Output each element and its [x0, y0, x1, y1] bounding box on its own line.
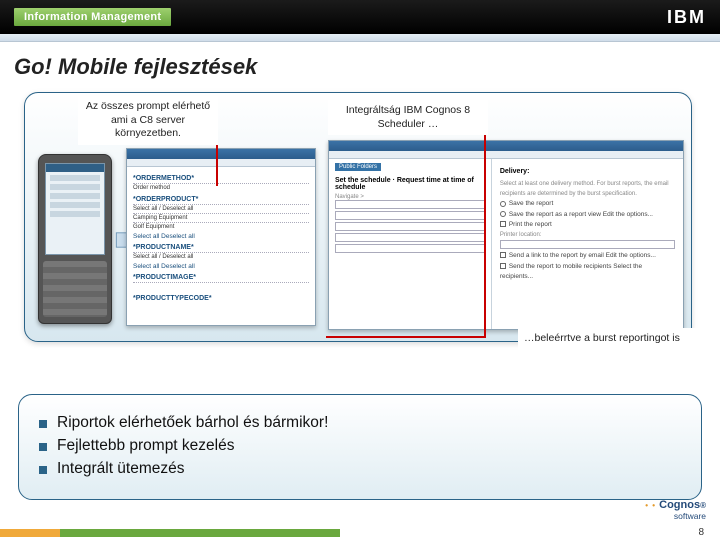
ibm-logo: IBM	[667, 7, 706, 28]
opt-label: Printer location:	[500, 231, 675, 241]
delivery-desc: Select at least one delivery method. For…	[500, 180, 675, 199]
top-bar: Information Management IBM	[0, 0, 720, 34]
mobile-device	[38, 154, 112, 324]
opt-row: Send a link to the report by email Edit …	[500, 251, 675, 261]
prompt-row	[133, 282, 309, 291]
prompt-head-3: *PRODUCTNAME*	[133, 244, 309, 251]
prompt-row: Order method	[133, 183, 309, 192]
callout-line-2h	[326, 336, 486, 338]
bullet-icon	[39, 420, 47, 428]
opt-row: Send the report to mobile recipients Sel…	[500, 262, 675, 283]
page-number: 8	[698, 527, 704, 538]
bullet-icon	[39, 466, 47, 474]
illustration-area: Az összes prompt elérhető ami a C8 serve…	[18, 92, 702, 372]
bullet-icon	[39, 443, 47, 451]
bullets-panel: Riportok elérhetőek bárhol és bármikor! …	[18, 394, 702, 500]
prompt-row: Select all / Deselect all	[133, 252, 309, 261]
prompt-row: Golf Equipment	[133, 222, 309, 231]
cognos-logo: • • Cognos® software	[645, 500, 706, 522]
prompt-head-4: *PRODUCTIMAGE*	[133, 274, 309, 281]
bullet-item: Integrált ütemezés	[39, 460, 681, 478]
bullet-text: Riportok elérhetőek bárhol és bármikor!	[57, 414, 328, 432]
info-mgmt-badge: Information Management	[14, 8, 171, 26]
sub-bar	[0, 34, 720, 42]
callout-prompts: Az összes prompt elérhető ami a C8 serve…	[78, 96, 218, 145]
bullet-text: Fejlettebb prompt kezelés	[57, 437, 234, 455]
prompt-window: *ORDERMETHOD* Order method *ORDERPRODUCT…	[126, 148, 316, 326]
sched-subtitle: Set the schedule · Request time at time …	[335, 177, 485, 191]
mobile-screen	[45, 163, 105, 255]
prompt-link: Select all Deselect all	[133, 233, 309, 240]
prompt-row: Select all / Deselect all	[133, 204, 309, 213]
callout-scheduler: Integráltság IBM Cognos 8 Scheduler …	[328, 100, 488, 135]
footer: • • Cognos® software 8	[0, 512, 720, 540]
prompt-row: Camping Equipment	[133, 213, 309, 222]
prompt-link: Select all Deselect all	[133, 263, 309, 270]
mobile-keyboard	[43, 261, 107, 317]
scheduler-window: Public Folders Set the schedule · Reques…	[328, 140, 684, 330]
slide-title: Go! Mobile fejlesztések	[0, 42, 720, 88]
opt-row: Print the report	[500, 220, 675, 230]
delivery-head: Delivery:	[500, 166, 675, 177]
opt-row: Save the report	[500, 199, 675, 209]
bullet-item: Riportok elérhetőek bárhol és bármikor!	[39, 414, 681, 432]
prompt-head-1: *ORDERMETHOD*	[133, 175, 309, 182]
callout-burst: …beleérrtve a burst reportingot is	[518, 328, 703, 350]
bullet-item: Fejlettebb prompt kezelés	[39, 437, 681, 455]
bullet-text: Integrált ütemezés	[57, 460, 185, 478]
prompt-head-5: *PRODUCTTYPECODE*	[133, 295, 309, 302]
prompt-head-2: *ORDERPRODUCT*	[133, 196, 309, 203]
opt-row: Save the report as a report view Edit th…	[500, 210, 675, 220]
footer-stripe	[0, 529, 340, 537]
callout-line-2v	[484, 108, 486, 338]
folder-tag: Public Folders	[335, 163, 381, 171]
